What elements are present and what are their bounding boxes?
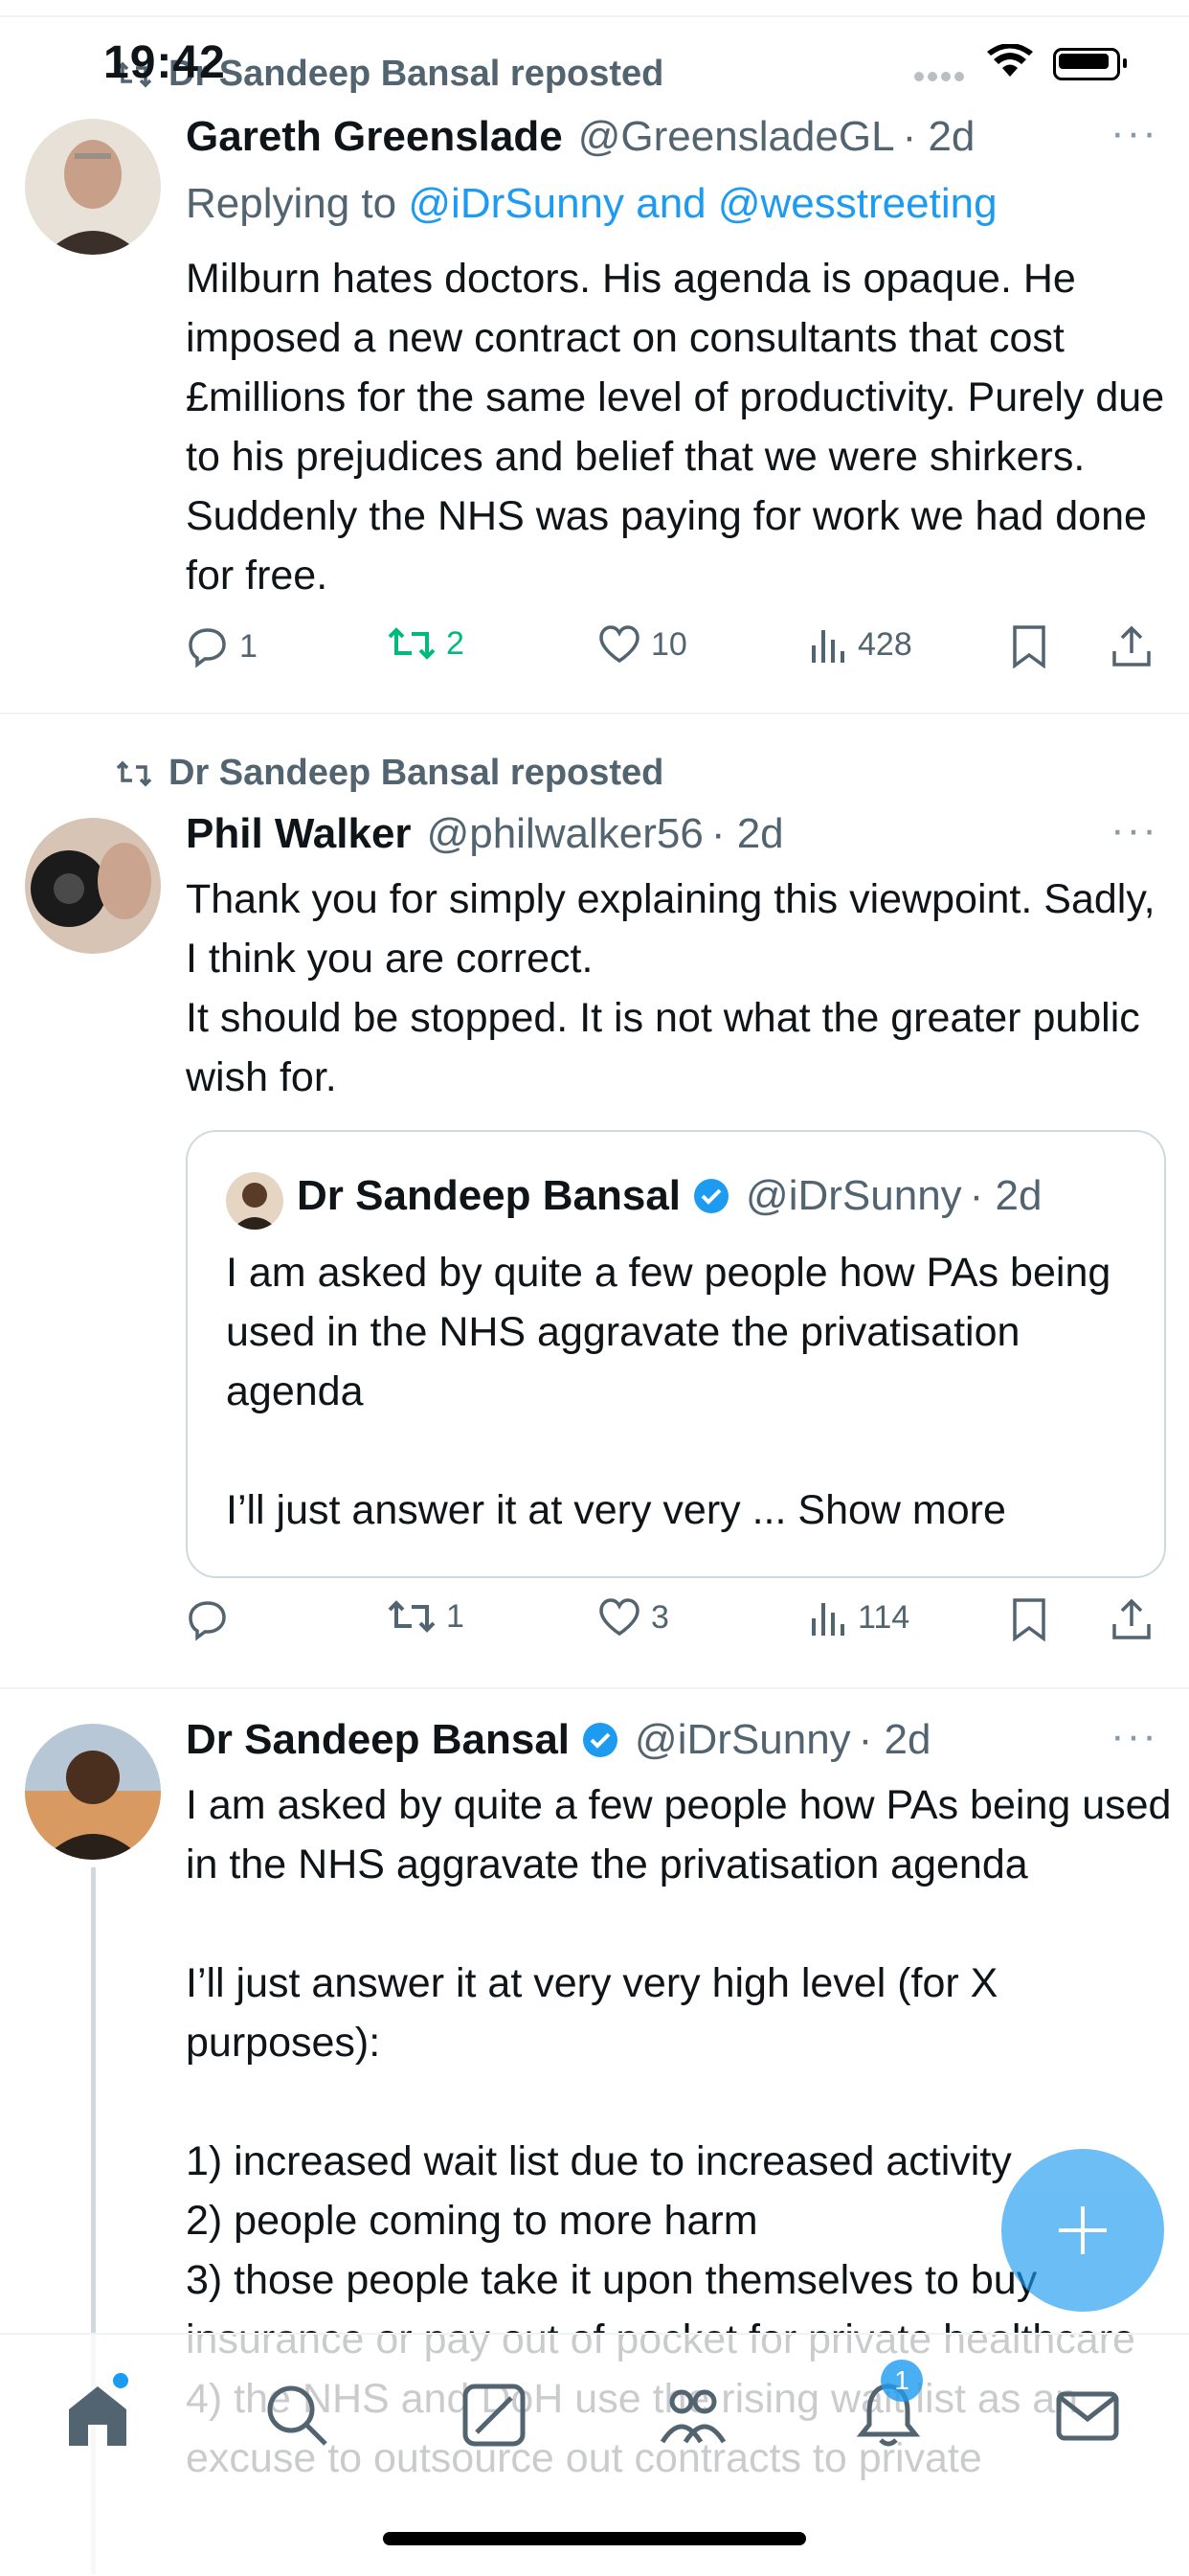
grok-icon: [462, 2384, 526, 2447]
heart-icon: [599, 625, 639, 664]
share-button[interactable]: [1110, 624, 1162, 668]
tweet-actions: 1 3 114: [186, 1597, 1162, 1655]
quoted-text: I am asked by quite a few people how PAs…: [226, 1243, 1135, 1540]
views-button[interactable]: 428: [808, 624, 912, 665]
compose-button[interactable]: [1001, 2149, 1164, 2312]
views-button[interactable]: 114: [808, 1597, 909, 1638]
quoted-author-name: Dr Sandeep Bansal: [297, 1172, 682, 1219]
wifi-icon: [987, 44, 1033, 77]
tweet-header: Dr Sandeep Bansal @iDrSunny · 2d: [186, 1716, 931, 1764]
reply-button[interactable]: 1: [186, 624, 258, 668]
more-options-icon[interactable]: ···: [1110, 806, 1158, 854]
mail-icon: [1056, 2391, 1119, 2441]
tweet-text: Thank you for simply explaining this vie…: [186, 876, 1155, 1100]
tweet-time: · 2d: [858, 1716, 931, 1763]
home-tab[interactable]: [61, 2373, 138, 2455]
share-button[interactable]: [1110, 1597, 1162, 1641]
divider: [0, 712, 1189, 714]
repost-count: 2: [446, 624, 464, 662]
reply-button[interactable]: [186, 1597, 239, 1641]
tweet-actions: 1 2 10 428: [186, 624, 1162, 682]
repost-button[interactable]: 1: [387, 1597, 464, 1636]
quoted-header: Dr Sandeep Bansal @iDrSunny · 2d: [297, 1172, 1043, 1220]
analytics-icon: [812, 1603, 844, 1636]
show-more-link[interactable]: Show more: [797, 1487, 1005, 1533]
reply-count: 1: [239, 627, 258, 665]
reply-icon: [189, 628, 226, 668]
author-handle[interactable]: @philwalker56: [427, 810, 704, 858]
quoted-avatar: [226, 1172, 283, 1230]
reply-icon: [189, 1601, 226, 1641]
author-name[interactable]: Phil Walker: [186, 810, 412, 858]
status-bar: 19:42: [0, 0, 1189, 124]
bookmark-icon: [1013, 625, 1045, 668]
view-count: 428: [858, 625, 912, 663]
verified-badge-icon: [694, 1179, 729, 1213]
repost-count: 1: [446, 1597, 464, 1635]
avatar[interactable]: [25, 1724, 161, 1860]
reply-context: Replying to @iDrSunny and @wesstreeting: [186, 180, 998, 228]
divider: [0, 1687, 1189, 1689]
repost-icon: [388, 627, 436, 660]
verified-badge-icon: [583, 1723, 618, 1757]
repost-label[interactable]: Dr Sandeep Bansal reposted: [115, 753, 663, 794]
more-options-icon[interactable]: ···: [1110, 1712, 1158, 1760]
messages-tab[interactable]: [1051, 2379, 1128, 2455]
cellular-signal-icon: [914, 69, 968, 86]
share-icon: [1112, 1598, 1151, 1639]
communities-icon: [660, 2389, 727, 2444]
like-count: 10: [651, 625, 687, 663]
like-button[interactable]: 3: [597, 1597, 669, 1638]
share-icon: [1112, 625, 1151, 667]
tweet-header: Phil Walker @philwalker56 · 2d: [186, 810, 784, 858]
analytics-icon: [812, 630, 844, 663]
search-icon: [267, 2385, 327, 2446]
home-indicator: [383, 2532, 806, 2545]
quoted-tweet-card[interactable]: Dr Sandeep Bansal @iDrSunny · 2d I am as…: [186, 1130, 1166, 1578]
grok-tab[interactable]: [458, 2379, 534, 2455]
search-tab[interactable]: [260, 2379, 337, 2455]
notification-count-badge: 1: [881, 2360, 923, 2402]
repost-icon: [388, 1600, 436, 1633]
reply-mentions[interactable]: @iDrSunny and @wesstreeting: [408, 180, 997, 227]
reply-prefix: Replying to: [186, 180, 397, 227]
tweet-text: Milburn hates doctors. His agenda is opa…: [186, 256, 1177, 599]
bookmark-icon: [1013, 1598, 1045, 1641]
repost-button[interactable]: 2: [387, 624, 464, 663]
repost-icon: [116, 760, 152, 786]
view-count: 114: [858, 1598, 910, 1636]
status-time: 19:42: [103, 37, 226, 88]
like-button[interactable]: 10: [597, 624, 687, 665]
repost-text: Dr Sandeep Bansal reposted: [168, 753, 664, 793]
notifications-tab[interactable]: 1: [852, 2360, 929, 2455]
bookmark-button[interactable]: [1011, 624, 1057, 668]
bookmark-button[interactable]: [1011, 1597, 1057, 1641]
heart-icon: [599, 1598, 639, 1637]
author-name[interactable]: Dr Sandeep Bansal: [186, 1716, 570, 1764]
quoted-author-handle: @iDrSunny: [746, 1172, 962, 1219]
tweet-time: · 2d: [710, 810, 784, 857]
battery-icon: [1053, 48, 1127, 80]
quoted-time: · 2d: [969, 1172, 1043, 1219]
avatar[interactable]: [25, 119, 161, 255]
like-count: 3: [651, 1598, 669, 1636]
communities-tab[interactable]: [657, 2379, 733, 2455]
new-posts-dot: [113, 2373, 128, 2388]
author-handle[interactable]: @iDrSunny: [635, 1716, 851, 1764]
home-icon: [69, 2386, 126, 2446]
avatar[interactable]: [25, 818, 161, 954]
